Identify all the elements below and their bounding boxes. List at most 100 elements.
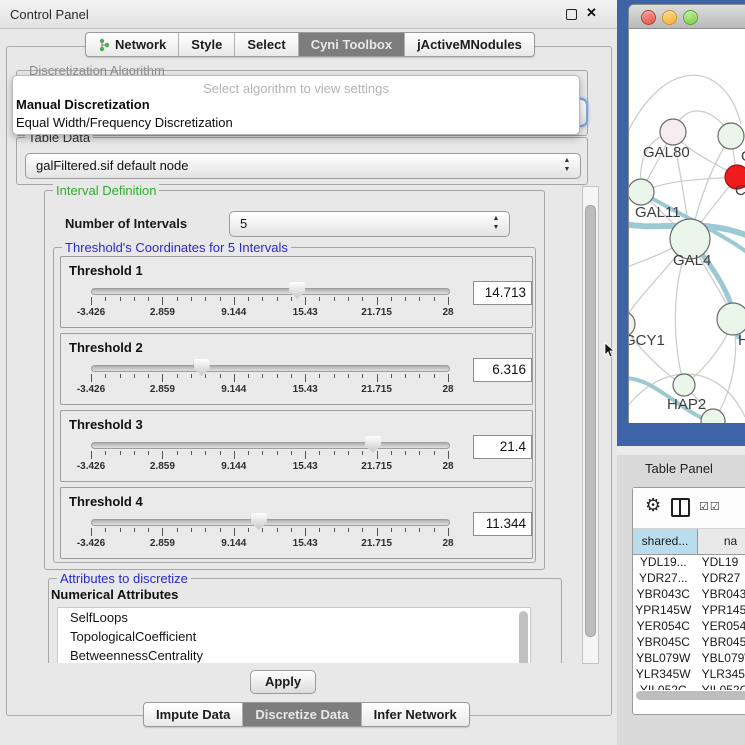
algorithm-popup: Select algorithm to view settings Manual… — [12, 75, 580, 135]
close-icon[interactable]: ✕ — [586, 5, 597, 21]
node-label: GA — [741, 148, 745, 165]
tab-style[interactable]: Style — [179, 33, 235, 56]
slider-track[interactable] — [91, 365, 450, 372]
table-panel: ⚙ ☑☑ shared... na YDL19...YDL19YDR27...Y… — [632, 487, 745, 715]
network-window-titlebar[interactable] — [629, 5, 745, 29]
tab-label: Style — [191, 37, 222, 52]
network-node[interactable] — [673, 374, 695, 396]
tab-cyni-toolbox[interactable]: Cyni Toolbox — [299, 33, 405, 56]
tick-label: 2.859 — [132, 384, 192, 395]
threshold-value-field[interactable]: 6.316 — [473, 358, 532, 382]
network-icon — [98, 38, 111, 52]
tick-mark — [448, 297, 449, 305]
slider-thumb[interactable] — [194, 359, 210, 376]
bottom-tab-discretize-data[interactable]: Discretize Data — [243, 703, 361, 726]
network-node[interactable] — [717, 303, 745, 335]
network-node[interactable] — [718, 123, 744, 149]
table-row[interactable]: YLR345WYLR345W — [633, 666, 745, 682]
tick-mark — [162, 528, 163, 536]
table-row[interactable]: YDR27...YDR27 — [633, 570, 745, 586]
apply-button[interactable]: Apply — [250, 670, 316, 694]
algorithm-option[interactable]: Manual Discretization — [16, 97, 150, 112]
column-header-name[interactable]: na — [698, 529, 745, 554]
panel-scrollbar-thumb[interactable] — [585, 205, 596, 637]
threshold-value-field[interactable]: 14.713 — [473, 281, 532, 305]
tab-network[interactable]: Network — [86, 33, 179, 56]
table-data-combobox[interactable]: galFiltered.sif default node ▲▼ — [25, 153, 581, 179]
table-row[interactable]: YIL052CYIL052C — [633, 682, 745, 690]
scroll-viewport: Interval Definition Number of Intervals … — [13, 184, 582, 663]
tick-mark — [348, 374, 349, 378]
tick-mark — [91, 297, 92, 305]
tick-mark — [148, 297, 149, 301]
slider-thumb[interactable] — [365, 436, 381, 453]
table-row[interactable]: YPR145WYPR145W — [633, 602, 745, 618]
minimize-traffic-light-icon[interactable] — [662, 10, 677, 25]
table-row[interactable]: YDL19...YDL19 — [633, 554, 745, 570]
network-node[interactable] — [629, 179, 654, 205]
tick-mark — [362, 297, 363, 301]
list-scrollbar[interactable] — [519, 611, 528, 663]
tick-mark — [377, 528, 378, 536]
num-intervals-spinner[interactable]: 5 ▲▼ — [229, 211, 510, 237]
select-columns-icon[interactable]: ☑☑ — [699, 500, 721, 513]
tick-mark — [448, 374, 449, 382]
tick-label: 9.144 — [204, 461, 264, 472]
attribute-list-item[interactable]: TopologicalCoefficient — [58, 627, 530, 646]
cell-shared-name: YIL052C — [633, 682, 694, 690]
slider-track[interactable] — [91, 519, 450, 526]
tick-mark — [434, 297, 435, 301]
interval-definition-group: Interval Definition Number of Intervals … — [44, 190, 545, 570]
network-node[interactable] — [660, 119, 686, 145]
tick-mark — [148, 374, 149, 378]
slider-thumb[interactable] — [251, 513, 267, 530]
panel-scrollbar[interactable] — [582, 186, 599, 664]
threshold-panel: Threshold 2-3.4262.8599.14415.4321.71528… — [60, 333, 533, 405]
tick-mark — [205, 451, 206, 455]
cell-shared-name: YBR043C — [633, 586, 694, 602]
numerical-attributes-list[interactable]: SelfLoopsTopologicalCoefficientBetweenne… — [57, 607, 531, 663]
column-header-shared-name[interactable]: shared... — [633, 529, 698, 554]
table-row[interactable]: YBR043CYBR043C — [633, 586, 745, 602]
gear-icon[interactable]: ⚙ — [645, 495, 661, 516]
slider-track[interactable] — [91, 442, 450, 449]
split-columns-icon[interactable] — [671, 498, 690, 517]
table-hscrollbar-thumb[interactable] — [636, 691, 745, 700]
tick-mark — [205, 528, 206, 532]
tick-label: 9.144 — [204, 538, 264, 549]
mouse-cursor — [604, 342, 616, 358]
close-traffic-light-icon[interactable] — [641, 10, 656, 25]
tick-mark — [377, 374, 378, 382]
slider-track[interactable] — [91, 288, 450, 295]
float-window-icon[interactable] — [566, 9, 577, 20]
bottom-tab-infer-network[interactable]: Infer Network — [362, 703, 469, 726]
tick-mark — [434, 451, 435, 455]
tick-mark — [248, 528, 249, 532]
table-row[interactable]: YER054CYER054C — [633, 618, 745, 634]
attribute-list-item[interactable]: BetweennessCentrality — [58, 646, 530, 663]
interval-definition-title: Interval Definition — [53, 184, 159, 198]
tick-label: -3.426 — [61, 538, 121, 549]
tick-mark — [305, 451, 306, 459]
node-label: HAP2 — [667, 396, 706, 413]
zoom-traffic-light-icon[interactable] — [683, 10, 698, 25]
algorithm-option[interactable]: Equal Width/Frequency Discretization — [16, 115, 233, 130]
bottom-tab-bar: Impute DataDiscretize DataInfer Network — [143, 702, 470, 727]
tick-mark — [291, 374, 292, 378]
tick-mark — [262, 374, 263, 378]
tick-mark — [348, 528, 349, 532]
tick-mark — [120, 451, 121, 455]
table-row[interactable]: YBR045CYBR045C — [633, 634, 745, 650]
tick-mark — [162, 374, 163, 382]
tab-select[interactable]: Select — [235, 33, 298, 56]
network-canvas[interactable]: GAL80GAGAL11GAL4CGCY1HHAP2 — [629, 29, 745, 423]
table-row[interactable]: YBL079WYBL079W — [633, 650, 745, 666]
threshold-value-field[interactable]: 11.344 — [473, 512, 532, 536]
tick-mark — [334, 374, 335, 378]
bottom-tab-impute-data[interactable]: Impute Data — [144, 703, 243, 726]
threshold-value-field[interactable]: 21.4 — [473, 435, 532, 459]
tick-mark — [191, 528, 192, 532]
attribute-list-item[interactable]: SelfLoops — [58, 608, 530, 627]
tab-jactivemnodules[interactable]: jActiveMNodules — [405, 33, 534, 56]
tick-mark — [419, 374, 420, 378]
